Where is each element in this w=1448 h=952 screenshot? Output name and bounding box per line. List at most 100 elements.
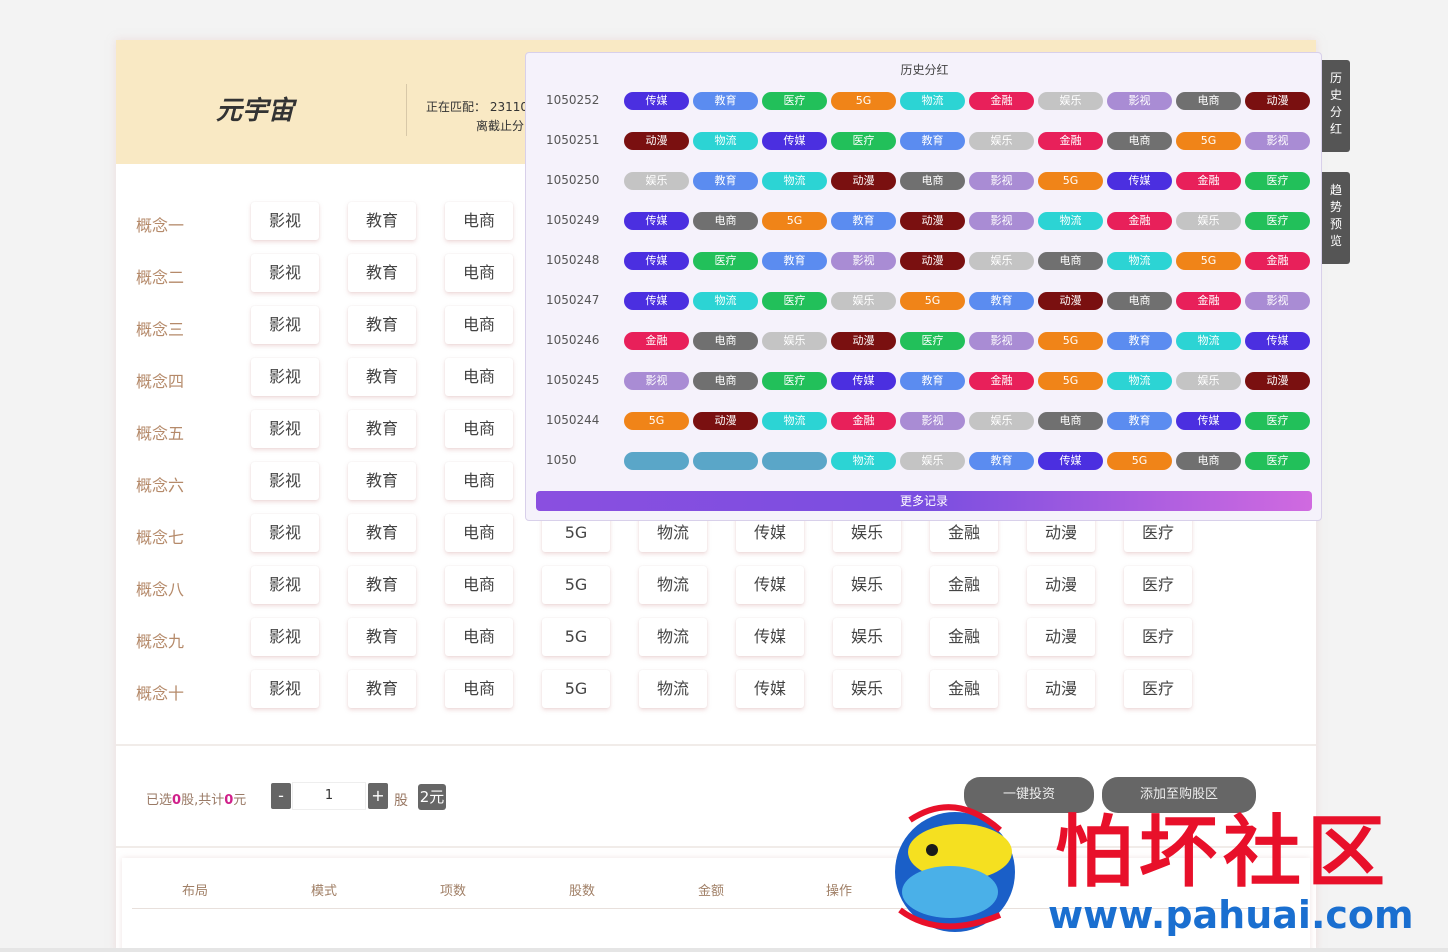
- watermark-url: www.pahuai.com: [1048, 893, 1414, 937]
- history-tag: 娱乐: [762, 332, 827, 350]
- history-dividends-popup: 历史分红 1050252 传媒 教育 医疗 5G 物流 金融 娱乐 影视 电商 动漫 1050251 动…: [525, 52, 1322, 521]
- history-tag: [762, 452, 827, 470]
- history-row: 1050248 传媒 医疗 教育 影视 动漫 娱乐 电商 物流 5G 金融: [526, 252, 1323, 270]
- concept-option-chip[interactable]: 教育: [348, 202, 416, 240]
- trend-preview-tab[interactable]: 趋势预览: [1322, 172, 1350, 264]
- concept-option-chip[interactable]: 医疗: [1124, 618, 1192, 656]
- concept-option-chip[interactable]: 影视: [251, 410, 319, 448]
- concept-option-chip[interactable]: 教育: [348, 670, 416, 708]
- history-tag: 5G: [1176, 252, 1241, 270]
- history-tag: 医疗: [693, 252, 758, 270]
- history-tag: 动漫: [1038, 292, 1103, 310]
- concept-option-chip[interactable]: 物流: [639, 670, 707, 708]
- concept-option-chip[interactable]: 传媒: [736, 618, 804, 656]
- concept-option-chip[interactable]: 电商: [445, 618, 513, 656]
- concept-option-chip[interactable]: 动漫: [1027, 566, 1095, 604]
- concept-option-chip[interactable]: 电商: [445, 358, 513, 396]
- concept-option-chip[interactable]: 教育: [348, 358, 416, 396]
- concept-option-chip[interactable]: 影视: [251, 462, 319, 500]
- history-tag: 娱乐: [969, 252, 1034, 270]
- quantity-plus-button[interactable]: +: [368, 783, 388, 809]
- concept-option-chip[interactable]: 医疗: [1124, 566, 1192, 604]
- history-tag: 传媒: [1176, 412, 1241, 430]
- concept-label: 概念五: [136, 424, 185, 443]
- concept-option-chip[interactable]: 教育: [348, 618, 416, 656]
- more-records-button[interactable]: 更多记录: [536, 491, 1312, 511]
- history-tag: 传媒: [624, 92, 689, 110]
- quantity-input[interactable]: 1: [292, 782, 366, 810]
- concept-option-chip[interactable]: 教育: [348, 514, 416, 552]
- concept-option-chip[interactable]: 5G: [542, 670, 610, 708]
- concept-option-chip[interactable]: 影视: [251, 566, 319, 604]
- concept-option-chip[interactable]: 电商: [445, 254, 513, 292]
- history-tag: 影视: [624, 372, 689, 390]
- history-tag: 娱乐: [969, 412, 1034, 430]
- concept-option-chip[interactable]: 教育: [348, 462, 416, 500]
- concept-option-chip[interactable]: 影视: [251, 358, 319, 396]
- history-tag: 物流: [900, 92, 965, 110]
- concept-option-chip[interactable]: 教育: [348, 410, 416, 448]
- concept-option-chip[interactable]: 教育: [348, 566, 416, 604]
- concept-label: 概念十: [136, 684, 185, 703]
- concept-option-chip[interactable]: 5G: [542, 618, 610, 656]
- concept-option-chip[interactable]: 娱乐: [833, 618, 901, 656]
- history-tag: 医疗: [900, 332, 965, 350]
- history-tag: 电商: [1176, 452, 1241, 470]
- concept-option-chip[interactable]: 传媒: [736, 670, 804, 708]
- history-tag: 动漫: [693, 412, 758, 430]
- concept-option-chip[interactable]: 金融: [930, 566, 998, 604]
- concept-option-chip[interactable]: 电商: [445, 670, 513, 708]
- concept-option-chip[interactable]: 电商: [445, 514, 513, 552]
- history-tag: 教育: [1107, 412, 1172, 430]
- concept-option-chip[interactable]: 5G: [542, 566, 610, 604]
- history-tag: 5G: [900, 292, 965, 310]
- history-tag: 电商: [693, 332, 758, 350]
- history-tag: 物流: [693, 292, 758, 310]
- concept-option-chip[interactable]: 动漫: [1027, 670, 1095, 708]
- concept-option-chip[interactable]: 影视: [251, 618, 319, 656]
- history-row: 1050245 影视 电商 医疗 传媒 教育 金融 5G 物流 娱乐 动漫: [526, 372, 1323, 390]
- concept-option-chip[interactable]: 教育: [348, 306, 416, 344]
- concept-option-chip[interactable]: 影视: [251, 202, 319, 240]
- concept-option-chip[interactable]: 影视: [251, 670, 319, 708]
- concept-option-chip[interactable]: 影视: [251, 514, 319, 552]
- concept-option-chip[interactable]: 电商: [445, 306, 513, 344]
- history-dividends-tab[interactable]: 历史分红: [1322, 60, 1350, 152]
- header-divider: [406, 84, 407, 136]
- concept-option-chip[interactable]: 教育: [348, 254, 416, 292]
- concept-option-chip[interactable]: 传媒: [736, 566, 804, 604]
- quantity-minus-button[interactable]: -: [271, 783, 291, 809]
- history-tag: 5G: [831, 92, 896, 110]
- concept-row: 概念八 影视 教育 电商 5G 物流 传媒 娱乐 金融 动漫 医疗: [116, 566, 1316, 606]
- concept-option-chip[interactable]: 金融: [930, 618, 998, 656]
- concept-option-chip[interactable]: 影视: [251, 306, 319, 344]
- history-tag: 教育: [969, 452, 1034, 470]
- concept-option-chip[interactable]: 影视: [251, 254, 319, 292]
- history-tag: 影视: [969, 172, 1034, 190]
- concept-option-chip[interactable]: 金融: [930, 670, 998, 708]
- concept-label: 概念九: [136, 632, 185, 651]
- concept-option-chip[interactable]: 娱乐: [833, 566, 901, 604]
- concept-option-chip[interactable]: 物流: [639, 566, 707, 604]
- matching-status: 正在匹配： 23110: [426, 100, 528, 114]
- history-tag: 动漫: [831, 332, 896, 350]
- history-tag: 5G: [1107, 452, 1172, 470]
- concept-option-chip[interactable]: 电商: [445, 410, 513, 448]
- history-tag: 影视: [831, 252, 896, 270]
- concept-option-chip[interactable]: 医疗: [1124, 670, 1192, 708]
- concept-option-chip[interactable]: 动漫: [1027, 618, 1095, 656]
- concept-option-chip[interactable]: 物流: [639, 618, 707, 656]
- history-round-id: 1050247: [546, 293, 600, 307]
- bottom-scroll-strip: [0, 948, 1448, 952]
- concept-option-chip[interactable]: 娱乐: [833, 670, 901, 708]
- history-tag: 电商: [1176, 92, 1241, 110]
- concept-row: 概念九 影视 教育 电商 5G 物流 传媒 娱乐 金融 动漫 医疗: [116, 618, 1316, 658]
- history-tag: 物流: [1038, 212, 1103, 230]
- concept-label: 概念六: [136, 476, 185, 495]
- concept-option-chip[interactable]: 电商: [445, 566, 513, 604]
- history-tag: 传媒: [1107, 172, 1172, 190]
- history-tag: 娱乐: [969, 132, 1034, 150]
- history-tag: [624, 452, 689, 470]
- concept-option-chip[interactable]: 电商: [445, 202, 513, 240]
- concept-option-chip[interactable]: 电商: [445, 462, 513, 500]
